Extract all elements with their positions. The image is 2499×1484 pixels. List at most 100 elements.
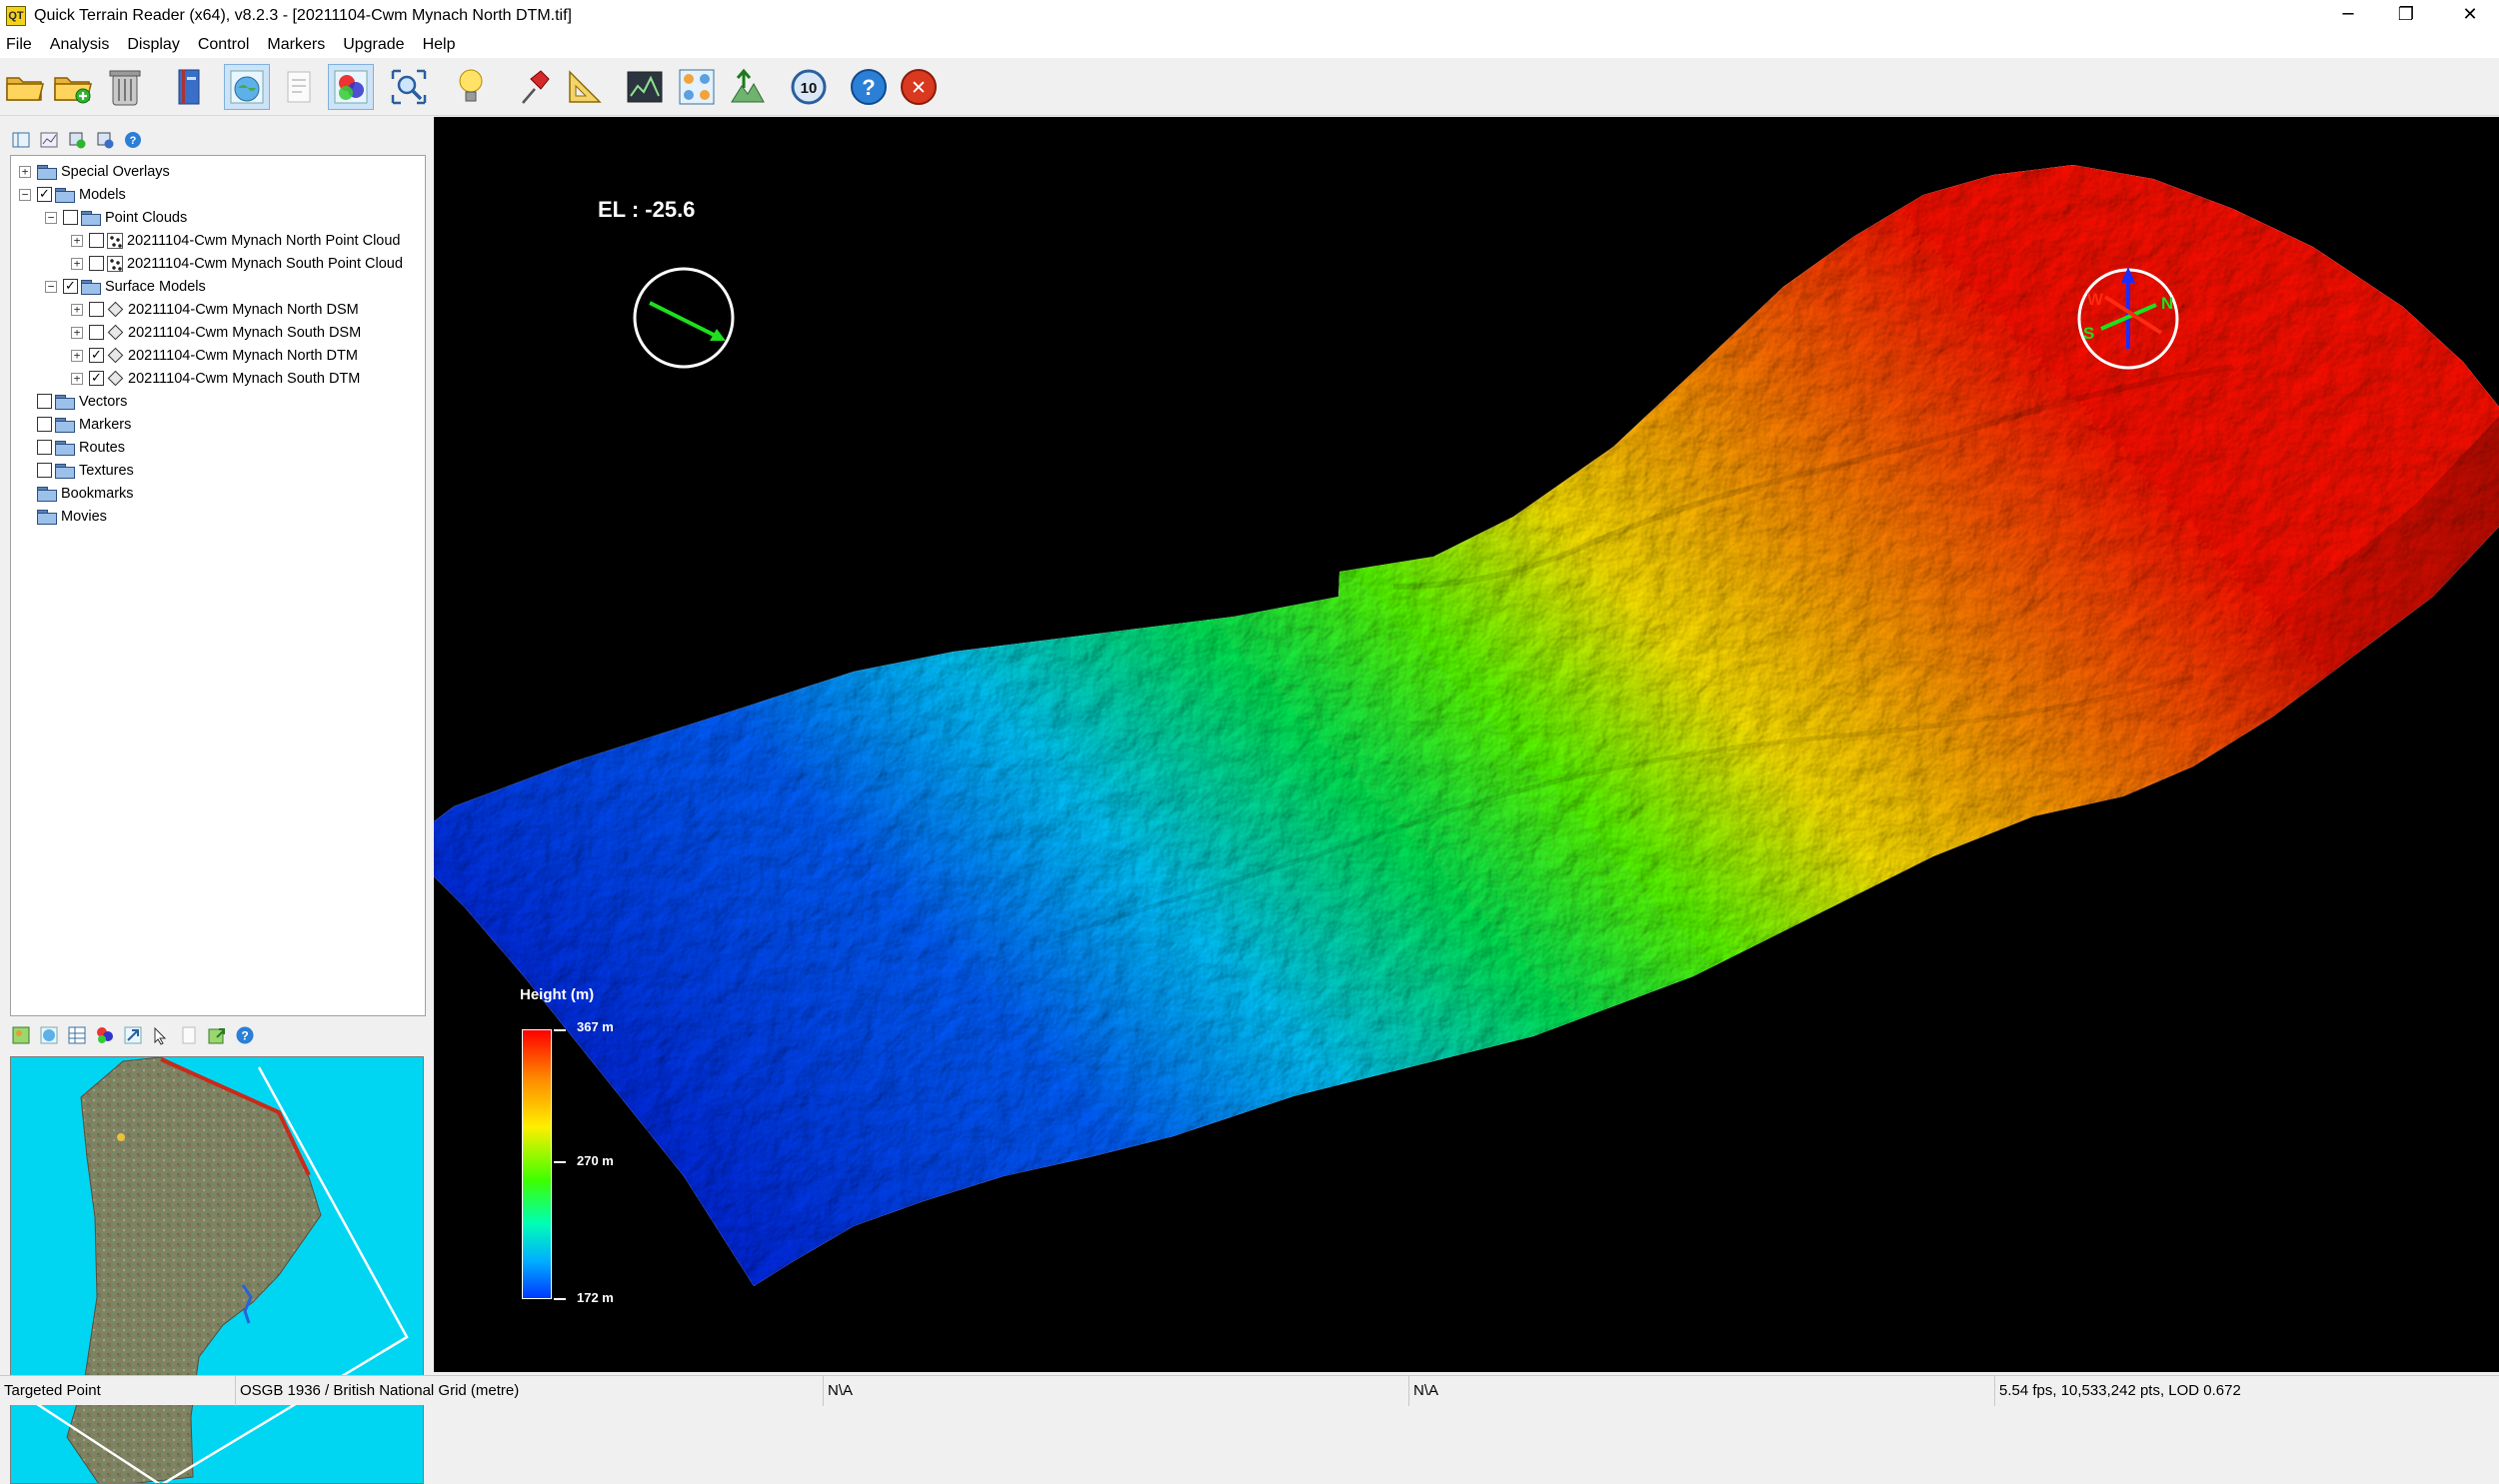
terrain-3d-view[interactable]: N S W EL : -25.6 Height (m) 367 m 270 m …	[434, 117, 2499, 1372]
south-dtm-checkbox[interactable]: ✓	[89, 371, 104, 386]
overview-button-5[interactable]	[122, 1024, 144, 1046]
surface-model-icon	[107, 301, 123, 318]
profile-button[interactable]	[622, 64, 668, 110]
tree-toolbar: ?	[10, 127, 144, 153]
timer-button[interactable]: 10	[786, 64, 832, 110]
open-file-button[interactable]	[2, 64, 48, 110]
overview-button-1[interactable]	[10, 1024, 32, 1046]
expand-toggle[interactable]: +	[19, 165, 31, 178]
tree-item-north-dsm[interactable]: + 20211104-Cwm Mynach North DSM	[11, 298, 425, 321]
tree-item-models[interactable]: − ✓ Models	[11, 183, 425, 206]
info-book-button[interactable]	[166, 64, 212, 110]
tree-help-button[interactable]: ?	[122, 129, 144, 151]
expand-toggle[interactable]: +	[71, 303, 83, 316]
markers-checkbox[interactable]	[37, 417, 52, 432]
overview-button-3[interactable]	[66, 1024, 88, 1046]
table-icon	[68, 1026, 86, 1044]
expand-toggle[interactable]: +	[71, 326, 83, 339]
tree-add-button[interactable]	[66, 129, 88, 151]
tree-item-movies[interactable]: Movies	[11, 505, 425, 528]
tree-item-label: Routes	[79, 439, 125, 456]
collapse-toggle[interactable]: −	[45, 211, 57, 224]
expand-toggle[interactable]: +	[71, 257, 83, 270]
north-dtm-checkbox[interactable]: ✓	[89, 348, 104, 363]
compass-n-label: N	[2161, 294, 2173, 313]
tree-item-textures[interactable]: Textures	[11, 459, 425, 482]
legend-title: Height (m)	[520, 986, 595, 1003]
menu-display[interactable]: Display	[127, 36, 179, 54]
legend-min-value: 172 m	[577, 1290, 614, 1305]
add-model-button[interactable]	[50, 64, 96, 110]
overview-help-button[interactable]: ?	[234, 1024, 256, 1046]
tree-chart-button[interactable]	[38, 129, 60, 151]
tree-remove-button[interactable]	[94, 129, 116, 151]
expand-toggle[interactable]: +	[71, 234, 83, 247]
menu-markers[interactable]: Markers	[267, 36, 325, 54]
tree-item-point-clouds[interactable]: − Point Clouds	[11, 206, 425, 229]
north-dsm-checkbox[interactable]	[89, 302, 104, 317]
tree-item-north-dtm[interactable]: + ✓ 20211104-Cwm Mynach North DTM	[11, 344, 425, 367]
overview-button-2[interactable]	[38, 1024, 60, 1046]
menu-analysis[interactable]: Analysis	[50, 36, 110, 54]
overview-button-4[interactable]	[94, 1024, 116, 1046]
collapse-toggle[interactable]: −	[45, 280, 57, 293]
profile-chart-icon	[627, 71, 663, 103]
zoom-fit-button[interactable]	[386, 64, 432, 110]
routes-checkbox[interactable]	[37, 440, 52, 455]
tree-item-routes[interactable]: Routes	[11, 436, 425, 459]
tree-item-surface-models[interactable]: − ✓ Surface Models	[11, 275, 425, 298]
compass-s-label: S	[2083, 324, 2094, 343]
marker-pin-button[interactable]	[512, 64, 558, 110]
document-button[interactable]	[276, 64, 322, 110]
tree-item-special-overlays[interactable]: + Special Overlays	[11, 160, 425, 183]
tree-view-button[interactable]	[10, 129, 32, 151]
overview-button-8[interactable]	[206, 1024, 228, 1046]
menu-upgrade[interactable]: Upgrade	[343, 36, 404, 54]
lighting-button[interactable]	[448, 64, 494, 110]
restore-button[interactable]: ❐	[2377, 0, 2435, 32]
tree-item-bookmarks[interactable]: Bookmarks	[11, 482, 425, 505]
vectors-checkbox[interactable]	[37, 394, 52, 409]
color-map-button[interactable]	[328, 64, 374, 110]
status-field-3: N\A	[824, 1376, 1409, 1406]
help-button[interactable]: ?	[846, 64, 892, 110]
grid-button[interactable]	[674, 64, 720, 110]
tree-item-south-point-cloud[interactable]: + 20211104-Cwm Mynach South Point Cloud	[11, 252, 425, 275]
tree-item-label: Point Clouds	[105, 209, 188, 226]
expand-toggle[interactable]: +	[71, 349, 83, 362]
textures-checkbox[interactable]	[37, 463, 52, 478]
menu-help[interactable]: Help	[423, 36, 456, 54]
cursor-icon	[154, 1026, 167, 1045]
collapse-toggle[interactable]: −	[19, 188, 31, 201]
tree-item-vectors[interactable]: Vectors	[11, 390, 425, 413]
tree-item-label: Movies	[61, 508, 107, 525]
south-point-cloud-checkbox[interactable]	[89, 256, 104, 271]
measure-button[interactable]	[562, 64, 608, 110]
south-dsm-checkbox[interactable]	[89, 325, 104, 340]
overview-map[interactable]	[10, 1056, 424, 1484]
menu-control[interactable]: Control	[198, 36, 250, 54]
models-checkbox[interactable]: ✓	[37, 187, 52, 202]
north-point-cloud-checkbox[interactable]	[89, 233, 104, 248]
elevation-label: EL : -25.6	[598, 197, 696, 222]
help-glyph: ?	[862, 75, 875, 100]
globe-view-button[interactable]	[224, 64, 270, 110]
close-window-button[interactable]: ✕	[2441, 0, 2499, 32]
tree-item-south-dtm[interactable]: + ✓ 20211104-Cwm Mynach South DTM	[11, 367, 425, 390]
tree-item-south-dsm[interactable]: + 20211104-Cwm Mynach South DSM	[11, 321, 425, 344]
remove-model-button[interactable]	[102, 64, 148, 110]
grid-icon	[679, 69, 715, 105]
tree-item-markers[interactable]: Markers	[11, 413, 425, 436]
surface-models-checkbox[interactable]: ✓	[63, 279, 78, 294]
status-performance: 5.54 fps, 10,533,242 pts, LOD 0.672	[1999, 1382, 2241, 1399]
overview-button-6[interactable]	[150, 1024, 172, 1046]
overview-button-7[interactable]	[178, 1024, 200, 1046]
expand-toggle[interactable]: +	[71, 372, 83, 385]
minimize-button[interactable]: ─	[2319, 0, 2377, 32]
menu-file[interactable]: File	[6, 36, 32, 54]
exit-button[interactable]: ✕	[896, 64, 942, 110]
point-cloud-icon	[107, 232, 123, 249]
point-clouds-checkbox[interactable]	[63, 210, 78, 225]
tree-item-north-point-cloud[interactable]: + 20211104-Cwm Mynach North Point Cloud	[11, 229, 425, 252]
flythrough-button[interactable]	[724, 64, 770, 110]
